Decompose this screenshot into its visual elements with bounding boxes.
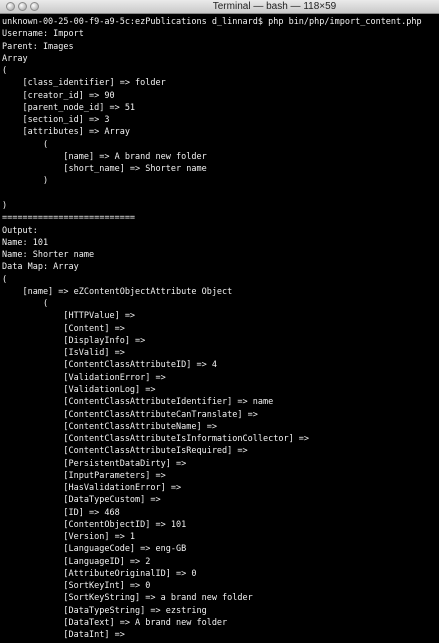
- terminal-line: [DataTypeCustom] =>: [2, 495, 161, 506]
- terminal-line: [name] => A brand new folder: [2, 151, 207, 162]
- terminal-output[interactable]: unknown-00-25-00-f9-a9-5c:ezPublications…: [2, 16, 439, 643]
- terminal-line: [ContentObjectID] => 101: [2, 519, 187, 530]
- terminal-line: [parent_node_id] => 51: [2, 102, 136, 113]
- terminal-line: [ValidationError] =>: [2, 372, 166, 383]
- terminal-line: [IsValid] =>: [2, 348, 125, 359]
- terminal-line: Name: 101: [2, 237, 49, 248]
- terminal-line: (: [2, 299, 49, 310]
- terminal-line: [name] => eZContentObjectAttribute Objec…: [2, 286, 233, 297]
- terminal-line: [ContentClassAttributeCanTranslate] =>: [2, 409, 258, 420]
- terminal-line: Username: Import: [2, 29, 84, 40]
- terminal-line: [ID] => 468: [2, 507, 120, 518]
- window-title: Terminal — bash — 118×59: [212, 1, 337, 12]
- terminal-line: [PersistentDataDirty] =>: [2, 458, 187, 469]
- title-bar[interactable]: Terminal — bash — 118×59: [0, 0, 439, 14]
- terminal-line: ): [2, 176, 49, 187]
- terminal-line: [SortKeyString] => a brand new folder: [2, 593, 253, 604]
- terminal-line: [SortKeyInt] => 0: [2, 581, 151, 592]
- terminal-line: [LanguageCode] => eng-GB: [2, 544, 187, 555]
- terminal-line: Array: [2, 53, 28, 64]
- terminal-line: [class_identifier] => folder: [2, 78, 166, 89]
- terminal-line: Parent: Images: [2, 41, 74, 52]
- terminal-line: [ValidationLog] =>: [2, 384, 156, 395]
- terminal-line: (: [2, 139, 49, 150]
- terminal-line: [ContentClassAttributeName] =>: [2, 421, 217, 432]
- terminal-line: [DisplayInfo] =>: [2, 335, 146, 346]
- terminal-line: unknown-00-25-00-f9-a9-5c:ezPublications…: [2, 17, 422, 27]
- terminal-line: [section_id] => 3: [2, 115, 110, 126]
- terminal-line: [attributes] => Array: [2, 127, 130, 138]
- terminal-line: (: [2, 66, 8, 77]
- terminal-line: [DataText] => A brand new folder: [2, 618, 228, 629]
- terminal-line: [creator_id] => 90: [2, 90, 115, 101]
- terminal-line: [HTTPValue] =>: [2, 311, 136, 322]
- terminal-line: Name: Shorter name: [2, 250, 95, 261]
- terminal-line: [ContentClassAttributeIdentifier] => nam…: [2, 397, 274, 408]
- terminal-line: ==========================: [2, 213, 136, 224]
- terminal-window: Terminal — bash — 118×59 unknown-00-25-0…: [0, 0, 439, 643]
- terminal-line: [ContentClassAttributeIsRequired] =>: [2, 446, 248, 457]
- terminal-line: [ContentClassAttributeIsInformationColle…: [2, 434, 310, 445]
- terminal-line: (: [2, 274, 8, 285]
- terminal-line: [DataInt] =>: [2, 630, 125, 641]
- terminal-line: [ContentClassAttributeID] => 4: [2, 360, 217, 371]
- terminal-line: [InputParameters] =>: [2, 470, 166, 481]
- terminal-line: [short_name] => Shorter name: [2, 164, 207, 175]
- terminal-line: [AttributeOriginalID] => 0: [2, 568, 197, 579]
- terminal-line: [DataTypeString] => ezstring: [2, 605, 207, 616]
- terminal-line: [HasValidationError] =>: [2, 483, 182, 494]
- terminal-line: [Version] => 1: [2, 532, 136, 543]
- terminal-line: ): [2, 200, 8, 211]
- terminal-line: Data Map: Array: [2, 262, 79, 273]
- terminal-line: [Content] =>: [2, 323, 125, 334]
- terminal-line: Output:: [2, 225, 38, 236]
- terminal-line: [LanguageID] => 2: [2, 556, 151, 567]
